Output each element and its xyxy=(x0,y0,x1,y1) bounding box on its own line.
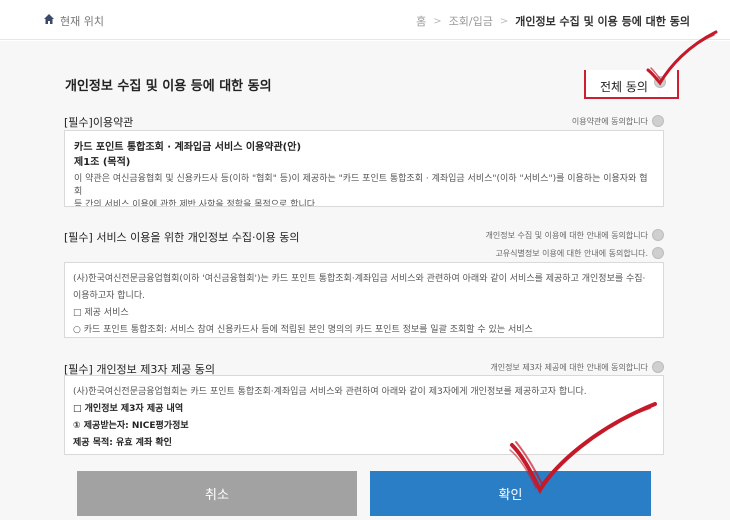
third-party-agree-label: 개인정보 제3자 제공에 대한 안내에 동의합니다 xyxy=(490,363,648,372)
terms-text-box[interactable]: 카드 포인트 통합조회 · 계좌입금 서비스 이용약관(안) 제1조 (목적) … xyxy=(64,130,664,207)
terms-agree-radio[interactable] xyxy=(652,115,664,127)
all-agree-label: 전체 동의 xyxy=(600,80,648,94)
terms-heading: 카드 포인트 통합조회 · 계좌입금 서비스 이용약관(안) xyxy=(74,142,302,153)
breadcrumb-inquiry[interactable]: 조회/입금 xyxy=(449,13,493,29)
breadcrumb-current: 개인정보 수집 및 이용 등에 대한 동의 xyxy=(515,15,690,28)
breadcrumb-home[interactable]: 홈 xyxy=(416,13,426,29)
privacy-body-line: (사)한국여신전문금융업협회(이하 '여신금융협회')는 카드 포인트 통합조회… xyxy=(73,274,646,284)
terms-body-line: 이 약관은 여신금융협회 및 신용카드사 등(이하 "협회" 등)이 제공하는 … xyxy=(74,174,648,197)
privacy-body-line: 이용하고자 합니다. xyxy=(73,291,145,301)
terms-section-title: [필수]이용약관 xyxy=(64,116,134,129)
breadcrumb-separator-icon: > xyxy=(499,15,509,27)
home-icon[interactable] xyxy=(43,13,55,25)
third-party-body-line: 제공 목적: 유효 계좌 확인 xyxy=(73,438,172,448)
top-bar: 현재 위치 홈 > 조회/입금 > 개인정보 수집 및 이용 등에 대한 동의 xyxy=(0,0,730,40)
privacy-agree-radio[interactable] xyxy=(652,229,664,241)
privacy-text-box[interactable]: (사)한국여신전문금융업협회(이하 '여신금융협회')는 카드 포인트 통합조회… xyxy=(64,262,664,338)
all-agree-option[interactable]: 전체 동의 xyxy=(584,70,679,99)
privacy-body-line: ○ 카드 포인트 통합조회: 서비스 참여 신용카드사 등에 적립된 본인 명의… xyxy=(73,325,533,335)
third-party-body-line: □ 개인정보 제3자 제공 내역 xyxy=(73,404,184,414)
all-agree-radio[interactable] xyxy=(654,76,666,88)
cancel-button[interactable]: 취소 xyxy=(77,471,357,516)
breadcrumb-separator-icon: > xyxy=(433,15,442,27)
privacy-section-title: [필수] 서비스 이용을 위한 개인정보 수집·이용 동의 xyxy=(64,231,300,244)
privacy-agree-label: 개인정보 수집 및 이용에 대한 안내에 동의합니다 xyxy=(485,231,648,240)
current-location-label: 현재 위치 xyxy=(60,15,104,28)
third-party-body-line: (사)한국여신전문금융업협회는 카드 포인트 통합조회·계좌입금 서비스와 관련… xyxy=(73,387,587,397)
third-party-body-line: ① 제공받는자: NICE평가정보 xyxy=(73,421,189,431)
unique-id-agree-radio[interactable] xyxy=(652,247,664,259)
confirm-button[interactable]: 확인 xyxy=(370,471,651,516)
terms-agree-label: 이용약관에 동의합니다 xyxy=(571,117,648,126)
breadcrumb: 홈 > 조회/입금 > 개인정보 수집 및 이용 등에 대한 동의 xyxy=(416,13,690,29)
terms-article-title: 제1조 (목적) xyxy=(74,157,131,168)
third-party-agree-radio[interactable] xyxy=(652,361,664,373)
third-party-text-box[interactable]: (사)한국여신전문금융업협회는 카드 포인트 통합조회·계좌입금 서비스와 관련… xyxy=(64,375,664,455)
terms-body-line: 등 간의 서비스 이용에 관한 제반 사항을 정함을 목적으로 합니다. xyxy=(74,200,318,207)
privacy-body-line: □ 제공 서비스 xyxy=(73,308,129,318)
page-title: 개인정보 수집 및 이용 등에 대한 동의 xyxy=(65,79,272,94)
unique-id-agree-label: 고유식별정보 이용에 대한 안내에 동의합니다. xyxy=(495,249,648,258)
